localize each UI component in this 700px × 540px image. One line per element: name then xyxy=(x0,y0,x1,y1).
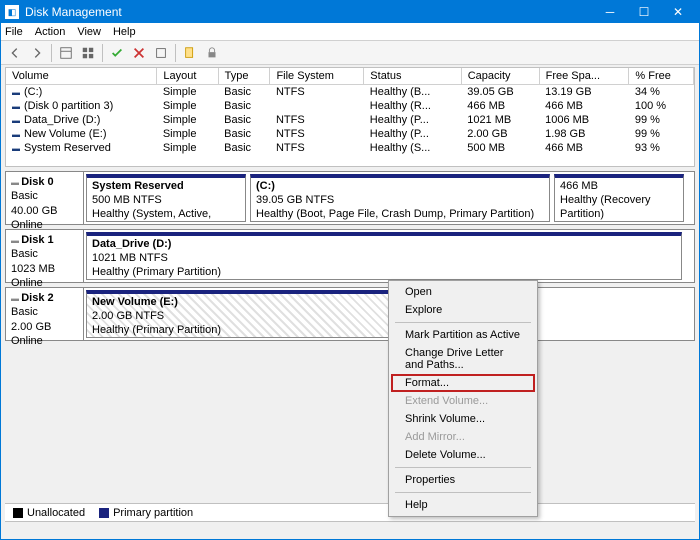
window-title: Disk Management xyxy=(25,5,593,19)
partition[interactable]: Data_Drive (D:)1021 MB NTFSHealthy (Prim… xyxy=(86,232,682,280)
close-button[interactable]: ✕ xyxy=(661,1,695,23)
col-capacity[interactable]: Capacity xyxy=(461,68,539,85)
volume-row[interactable]: (C:)SimpleBasicNTFSHealthy (B...39.05 GB… xyxy=(6,85,694,100)
app-icon: ◧ xyxy=(5,5,19,19)
col-type[interactable]: Type xyxy=(218,68,270,85)
cm-open[interactable]: Open xyxy=(391,283,535,301)
col-status[interactable]: Status xyxy=(364,68,461,85)
disk-info[interactable]: Disk 2Basic2.00 GBOnline xyxy=(6,288,84,340)
partition[interactable]: (C:)39.05 GB NTFSHealthy (Boot, Page Fil… xyxy=(250,174,550,222)
cm-explore[interactable]: Explore xyxy=(391,301,535,319)
menu-view[interactable]: View xyxy=(77,26,101,38)
volume-row[interactable]: (Disk 0 partition 3)SimpleBasicHealthy (… xyxy=(6,99,694,113)
cm-format[interactable]: Format... xyxy=(391,374,535,392)
volume-list[interactable]: Volume Layout Type File System Status Ca… xyxy=(5,67,695,167)
cm-delete[interactable]: Delete Volume... xyxy=(391,446,535,464)
disk-info[interactable]: Disk 0Basic40.00 GBOnline xyxy=(6,172,84,224)
cm-extend: Extend Volume... xyxy=(391,392,535,410)
volume-row[interactable]: System ReservedSimpleBasicNTFSHealthy (S… xyxy=(6,141,694,155)
cm-help[interactable]: Help xyxy=(391,496,535,514)
volume-header-row[interactable]: Volume Layout Type File System Status Ca… xyxy=(6,68,694,85)
disk-graphical-view: Disk 0Basic40.00 GBOnlineSystem Reserved… xyxy=(5,171,695,501)
disk-management-window: ◧ Disk Management ─ ☐ ✕ File Action View… xyxy=(0,0,700,540)
menubar: File Action View Help xyxy=(1,23,699,41)
cm-add-mirror: Add Mirror... xyxy=(391,428,535,446)
forward-button[interactable] xyxy=(27,43,47,63)
volume-row[interactable]: New Volume (E:)SimpleBasicNTFSHealthy (P… xyxy=(6,127,694,141)
delete-icon[interactable] xyxy=(129,43,149,63)
grid-icon[interactable] xyxy=(78,43,98,63)
statusbar xyxy=(5,521,695,539)
maximize-button[interactable]: ☐ xyxy=(627,1,661,23)
action-icon[interactable] xyxy=(151,43,171,63)
partition[interactable]: System Reserved500 MB NTFSHealthy (Syste… xyxy=(86,174,246,222)
cm-change-drive-letter[interactable]: Change Drive Letter and Paths... xyxy=(391,344,535,374)
cm-shrink[interactable]: Shrink Volume... xyxy=(391,410,535,428)
disk-row: Disk 0Basic40.00 GBOnlineSystem Reserved… xyxy=(5,171,695,225)
toolbar xyxy=(1,41,699,65)
disk-info[interactable]: Disk 1Basic1023 MBOnline xyxy=(6,230,84,282)
legend-primary: Primary partition xyxy=(99,507,193,519)
disk-row: Disk 1Basic1023 MBOnlineData_Drive (D:)1… xyxy=(5,229,695,283)
volume-row[interactable]: Data_Drive (D:)SimpleBasicNTFSHealthy (P… xyxy=(6,113,694,127)
context-menu: Open Explore Mark Partition as Active Ch… xyxy=(388,280,538,517)
back-button[interactable] xyxy=(5,43,25,63)
menu-file[interactable]: File xyxy=(5,26,23,38)
partition[interactable]: 466 MBHealthy (Recovery Partition) xyxy=(554,174,684,222)
new-icon[interactable] xyxy=(180,43,200,63)
menu-help[interactable]: Help xyxy=(113,26,136,38)
titlebar[interactable]: ◧ Disk Management ─ ☐ ✕ xyxy=(1,1,699,23)
col-pct[interactable]: % Free xyxy=(629,68,694,85)
col-volume[interactable]: Volume xyxy=(6,68,157,85)
cm-mark-active[interactable]: Mark Partition as Active xyxy=(391,326,535,344)
col-free[interactable]: Free Spa... xyxy=(539,68,629,85)
view-icon[interactable] xyxy=(56,43,76,63)
disk-row: Disk 2Basic2.00 GBOnlineNew Volume (E:)2… xyxy=(5,287,695,341)
cm-properties[interactable]: Properties xyxy=(391,471,535,489)
minimize-button[interactable]: ─ xyxy=(593,1,627,23)
menu-action[interactable]: Action xyxy=(35,26,66,38)
legend: Unallocated Primary partition xyxy=(5,503,695,521)
lock-icon[interactable] xyxy=(202,43,222,63)
col-fs[interactable]: File System xyxy=(270,68,364,85)
legend-unallocated: Unallocated xyxy=(13,507,85,519)
check-icon[interactable] xyxy=(107,43,127,63)
col-layout[interactable]: Layout xyxy=(157,68,218,85)
